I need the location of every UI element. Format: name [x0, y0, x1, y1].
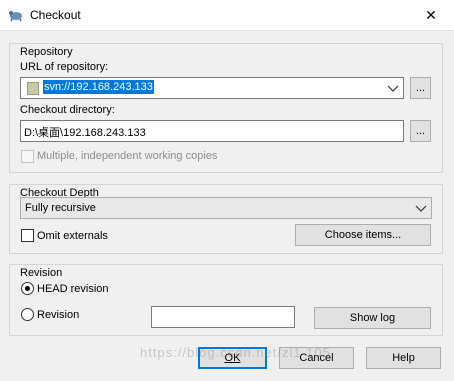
directory-browse-button[interactable]: ... — [410, 120, 431, 142]
url-browse-button[interactable]: ... — [410, 77, 431, 99]
depth-select[interactable]: Fully recursive — [20, 197, 432, 219]
help-button[interactable]: Help — [366, 347, 441, 369]
repository-group-title: Repository — [20, 46, 73, 58]
multiple-copies-label: Multiple, independent working copies — [37, 150, 218, 162]
multiple-copies-checkbox[interactable] — [21, 150, 34, 163]
checkout-directory-field[interactable]: D:\桌面\192.168.243.133 — [20, 120, 404, 142]
revision-radio[interactable] — [21, 308, 34, 321]
head-revision-label: HEAD revision — [37, 283, 109, 295]
close-icon: ✕ — [425, 7, 437, 23]
url-combobox[interactable]: svn://192.168.243.133 — [20, 77, 404, 99]
chevron-down-icon — [387, 85, 399, 92]
tortoisesvn-icon — [9, 11, 22, 22]
depth-selected-value: Fully recursive — [25, 202, 96, 214]
checkout-directory-label: Checkout directory: — [20, 104, 115, 116]
window-title: Checkout — [30, 8, 81, 22]
revision-number-field[interactable] — [151, 306, 295, 328]
choose-items-button[interactable]: Choose items... — [295, 224, 431, 246]
revision-group-title: Revision — [20, 267, 63, 279]
url-value: svn://192.168.243.133 — [43, 80, 154, 94]
watermark: https://blog.csdn.net/zl1 105 — [140, 345, 331, 360]
omit-externals-checkbox[interactable] — [21, 229, 34, 242]
chevron-down-icon — [415, 205, 427, 212]
radio-selected-dot — [25, 286, 30, 291]
revision-label: Revision — [37, 309, 80, 321]
close-button[interactable]: ✕ — [408, 0, 454, 31]
url-icon — [27, 82, 39, 95]
url-label: URL of repository: — [20, 61, 109, 73]
show-log-button[interactable]: Show log — [314, 307, 431, 329]
head-revision-radio[interactable] — [21, 282, 34, 295]
omit-externals-label: Omit externals — [37, 230, 108, 242]
title-bar: Checkout ✕ — [0, 0, 454, 31]
